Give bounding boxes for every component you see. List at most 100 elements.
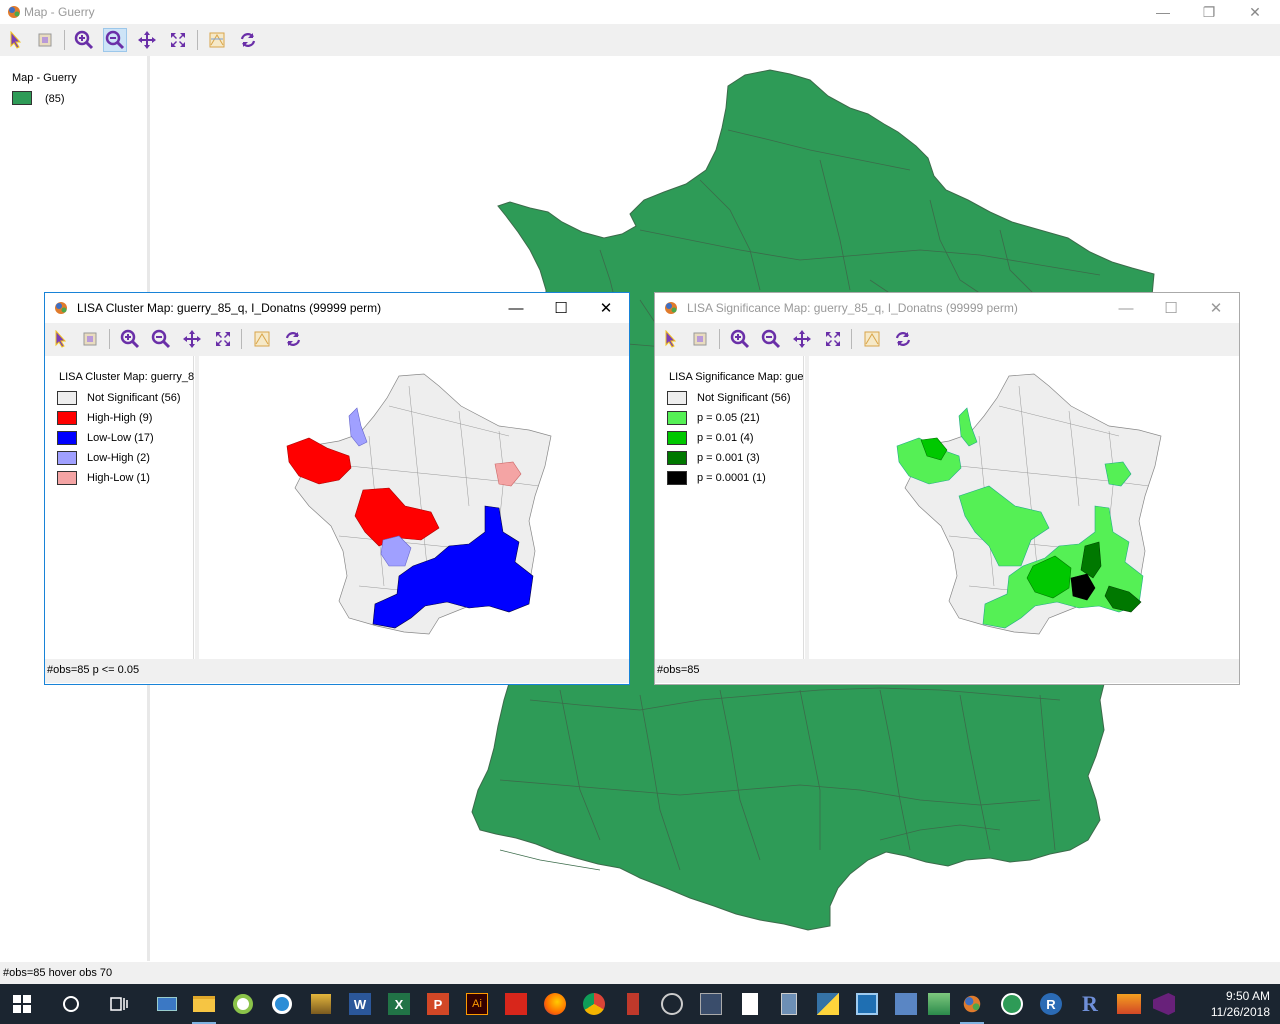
zoom-in-button[interactable]: [72, 28, 96, 52]
refresh-button[interactable]: [891, 327, 915, 351]
refresh-button[interactable]: [281, 327, 305, 351]
taskbar-powerpoint[interactable]: P: [424, 990, 452, 1018]
taskbar-app[interactable]: [892, 990, 920, 1018]
app-icon: [781, 993, 797, 1015]
app-icon: [157, 997, 177, 1011]
legend-swatch-high-low[interactable]: [57, 471, 77, 485]
toolbar-separator: [851, 329, 852, 349]
illustrator-icon: Ai: [466, 993, 488, 1015]
legend-label: High-High (9): [87, 412, 153, 424]
fit-extent-button[interactable]: [211, 327, 235, 351]
zoom-in-button[interactable]: [728, 327, 752, 351]
close-button[interactable]: ✕: [1232, 0, 1278, 24]
taskbar-app[interactable]: [619, 990, 647, 1018]
map-layer-button[interactable]: [860, 327, 884, 351]
cluster-titlebar[interactable]: LISA Cluster Map: guerry_85_q, I_Donatns…: [45, 293, 629, 323]
select-tool-button[interactable]: [4, 28, 28, 52]
app-icon: [1001, 993, 1023, 1015]
zoom-in-button[interactable]: [118, 327, 142, 351]
taskbar-excel[interactable]: X: [385, 990, 413, 1018]
taskbar-app[interactable]: [775, 990, 803, 1018]
taskbar-visual-studio[interactable]: [1150, 990, 1178, 1018]
select-tool-button[interactable]: [659, 327, 683, 351]
taskbar-file-explorer[interactable]: [190, 990, 218, 1024]
windows-taskbar: W X P Ai R R 9:50 AM 11/26/2018: [0, 984, 1280, 1024]
taskbar-file[interactable]: [736, 990, 764, 1018]
maximize-button[interactable]: ☐: [538, 293, 584, 323]
fit-extent-button[interactable]: [166, 28, 190, 52]
taskbar-archive[interactable]: [307, 990, 335, 1018]
zoom-out-button[interactable]: [149, 327, 173, 351]
zoom-out-button[interactable]: [103, 28, 127, 52]
taskbar-chrome[interactable]: [580, 990, 608, 1018]
map-layer-button[interactable]: [205, 28, 229, 52]
taskbar-app[interactable]: [925, 990, 953, 1018]
app-icon: [856, 993, 878, 1015]
cluster-legend: LISA Cluster Map: guerry_8 Not Significa…: [47, 356, 194, 659]
legend-swatch-low-low[interactable]: [57, 431, 77, 445]
zoom-out-icon: [105, 30, 125, 50]
select-all-button[interactable]: [34, 28, 58, 52]
taskbar-r-gui[interactable]: R: [1076, 990, 1104, 1018]
cluster-statusbar: #obs=85 p <= 0.05: [45, 659, 629, 683]
taskbar-python[interactable]: [814, 990, 842, 1018]
legend-label: p = 0.01 (4): [697, 432, 754, 444]
maximize-button[interactable]: ☐: [1148, 293, 1194, 323]
significance-titlebar[interactable]: LISA Significance Map: guerry_85_q, I_Do…: [655, 293, 1239, 323]
taskbar-app[interactable]: [853, 990, 881, 1018]
legend-swatch-p001[interactable]: [667, 431, 687, 445]
close-button[interactable]: ✕: [1193, 293, 1239, 323]
taskbar-illustrator[interactable]: Ai: [463, 990, 491, 1018]
legend-swatch-p0001[interactable]: [667, 451, 687, 465]
select-all-button[interactable]: [79, 327, 103, 351]
taskbar-geoda[interactable]: [958, 990, 986, 1024]
legend-swatch-p00001[interactable]: [667, 471, 687, 485]
taskbar-acrobat[interactable]: [502, 990, 530, 1018]
r-icon: R: [1040, 993, 1062, 1015]
legend-swatch-low-high[interactable]: [57, 451, 77, 465]
select-all-icon: [693, 332, 707, 346]
system-clock[interactable]: 9:50 AM 11/26/2018: [1211, 988, 1270, 1020]
legend-swatch-high-high[interactable]: [57, 411, 77, 425]
legend-label: Not Significant (56): [697, 392, 791, 404]
taskbar-app[interactable]: [153, 990, 181, 1018]
select-tool-button[interactable]: [49, 327, 73, 351]
pan-button[interactable]: [180, 327, 204, 351]
legend-swatch-not-significant[interactable]: [667, 391, 687, 405]
pan-button[interactable]: [790, 327, 814, 351]
taskbar-word[interactable]: W: [346, 990, 374, 1018]
restore-button[interactable]: ❐: [1186, 0, 1232, 24]
taskbar-r[interactable]: R: [1037, 990, 1065, 1018]
taskbar-app[interactable]: [658, 990, 686, 1018]
taskbar-app[interactable]: [1115, 990, 1143, 1018]
select-icon: [665, 330, 677, 348]
fit-extent-button[interactable]: [821, 327, 845, 351]
cluster-map-canvas[interactable]: [199, 356, 629, 659]
map-layer-button[interactable]: [250, 327, 274, 351]
close-button[interactable]: ✕: [583, 293, 629, 323]
taskbar-app[interactable]: [697, 990, 725, 1018]
select-all-button[interactable]: [689, 327, 713, 351]
task-view-button[interactable]: [105, 990, 133, 1018]
taskbar-qgis[interactable]: [229, 990, 257, 1018]
start-button[interactable]: [8, 990, 36, 1018]
zoom-out-button[interactable]: [759, 327, 783, 351]
significance-map-canvas[interactable]: [809, 356, 1239, 659]
taskbar-firefox[interactable]: [541, 990, 569, 1018]
legend-swatch-not-significant[interactable]: [57, 391, 77, 405]
minimize-button[interactable]: —: [1140, 0, 1186, 24]
minimize-button[interactable]: —: [1103, 293, 1149, 323]
cluster-map: [286, 373, 552, 635]
lisa-significance-window[interactable]: LISA Significance Map: guerry_85_q, I_Do…: [654, 292, 1240, 685]
taskbar-search-tool[interactable]: [268, 990, 296, 1018]
taskbar-app[interactable]: [998, 990, 1026, 1018]
lisa-cluster-window[interactable]: LISA Cluster Map: guerry_85_q, I_Donatns…: [44, 292, 630, 685]
refresh-button[interactable]: [236, 28, 260, 52]
search-button[interactable]: [57, 990, 85, 1018]
geoda-app-icon: [8, 6, 20, 18]
legend-swatch[interactable]: [12, 91, 32, 105]
pan-button[interactable]: [135, 28, 159, 52]
minimize-button[interactable]: —: [493, 293, 539, 323]
windows-start-icon: [13, 995, 31, 1013]
legend-swatch-p005[interactable]: [667, 411, 687, 425]
